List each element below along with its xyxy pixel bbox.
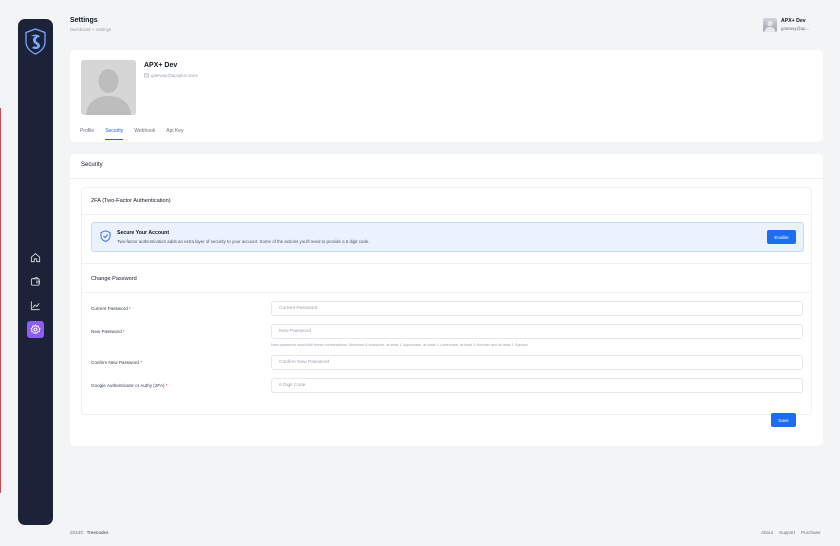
field-label-text: Current Password [91, 306, 128, 311]
tab-webhook[interactable]: Webhook [134, 128, 155, 140]
tab-security[interactable]: Security [105, 128, 124, 140]
nav-home[interactable] [27, 249, 44, 266]
nav-settings[interactable] [27, 321, 44, 338]
copyright-year: 2024© [70, 530, 84, 535]
user-name: APX+ Dev [781, 18, 806, 24]
breadcrumb-settings: Settings [95, 27, 112, 32]
footer-link-purchase[interactable]: Purchase [801, 530, 820, 535]
required-marker: * [129, 306, 131, 311]
save-button[interactable]: Save [771, 413, 796, 427]
security-card: Security 2FA (Two-Factor Authentication)… [70, 154, 823, 446]
twofa-title: 2FA (Two-Factor Authentication) [91, 198, 171, 204]
user-silhouette-icon [764, 20, 776, 32]
profile-tabs: Profile Security Webhook Api Key [80, 128, 184, 140]
shield-check-icon [100, 230, 111, 242]
required-marker: * [122, 329, 125, 334]
gear-icon [30, 324, 41, 335]
tab-api-key[interactable]: Api Key [166, 128, 183, 140]
profile-card: APX+ Dev gateway@apxplus.store Profile S… [70, 50, 823, 142]
divider [82, 263, 811, 264]
footer-copyright: 2024© Treenodes [70, 530, 108, 535]
footer-brand-link[interactable]: Treenodes [87, 530, 109, 535]
divider [70, 178, 823, 179]
avatar[interactable] [763, 18, 777, 32]
chart-line-icon [30, 301, 40, 311]
nav-chart[interactable] [27, 297, 44, 314]
current-password-label: Current Password * [91, 306, 131, 311]
section-title: Security [81, 162, 103, 168]
nav-wallet[interactable] [27, 273, 44, 290]
field-label-text: Google Authenticator or Authy (2FA) [91, 383, 165, 388]
mail-icon [144, 73, 149, 78]
wallet-icon [30, 276, 40, 286]
required-marker: * [165, 383, 168, 388]
user-menu[interactable]: APX+ Dev gateway@ap... [763, 18, 809, 32]
confirm-password-label: Confirm New Password * [91, 360, 142, 365]
alert-text: Two-factor authentication adds an extra … [117, 239, 370, 244]
breadcrumb: Dashboard • Settings [70, 27, 111, 32]
tab-profile[interactable]: Profile [80, 128, 94, 140]
alert-title: Secure Your Account [117, 230, 170, 236]
change-password-title: Change Password [91, 276, 137, 282]
home-icon [30, 253, 41, 263]
profile-photo [81, 60, 136, 115]
footer-link-about[interactable]: About [761, 530, 773, 535]
user-silhouette-icon [81, 60, 136, 115]
new-password-input[interactable]: New Password [271, 324, 803, 339]
twofa-code-label: Google Authenticator or Authy (2FA) * [91, 383, 168, 388]
required-marker: * [140, 360, 143, 365]
new-password-label: New Password * [91, 329, 125, 334]
profile-email-row: gateway@apxplus.store [144, 73, 198, 78]
confirm-password-input[interactable]: Confirm New Password [271, 355, 803, 370]
breadcrumb-separator: • [92, 27, 94, 32]
divider [82, 292, 811, 293]
password-hint: New password must fulfil these combinati… [271, 343, 529, 347]
shield-logo-icon[interactable] [24, 28, 47, 55]
divider [82, 214, 811, 215]
security-settings-panel: 2FA (Two-Factor Authentication) Secure Y… [81, 187, 812, 427]
user-email: gateway@ap... [781, 26, 809, 31]
profile-email: gateway@apxplus.store [151, 73, 198, 78]
sidebar [18, 19, 53, 525]
twofa-alert: Secure Your Account Two-factor authentic… [91, 222, 804, 252]
page-title: Settings [70, 17, 98, 24]
profile-name: APX+ Dev [144, 62, 178, 69]
footer-link-support[interactable]: Support [779, 530, 795, 535]
current-password-input[interactable]: Current Password [271, 301, 803, 316]
enable-2fa-button[interactable]: Enable [767, 230, 796, 244]
breadcrumb-dashboard[interactable]: Dashboard [70, 27, 91, 32]
twofa-code-input[interactable]: 6 Digit Code [271, 378, 803, 393]
left-edge [0, 0, 1, 546]
footer-links: About Support Purchase [761, 530, 821, 535]
left-edge-marker [0, 108, 1, 493]
field-label-text: Confirm New Password [91, 360, 139, 365]
field-label-text: New Password [91, 329, 122, 334]
